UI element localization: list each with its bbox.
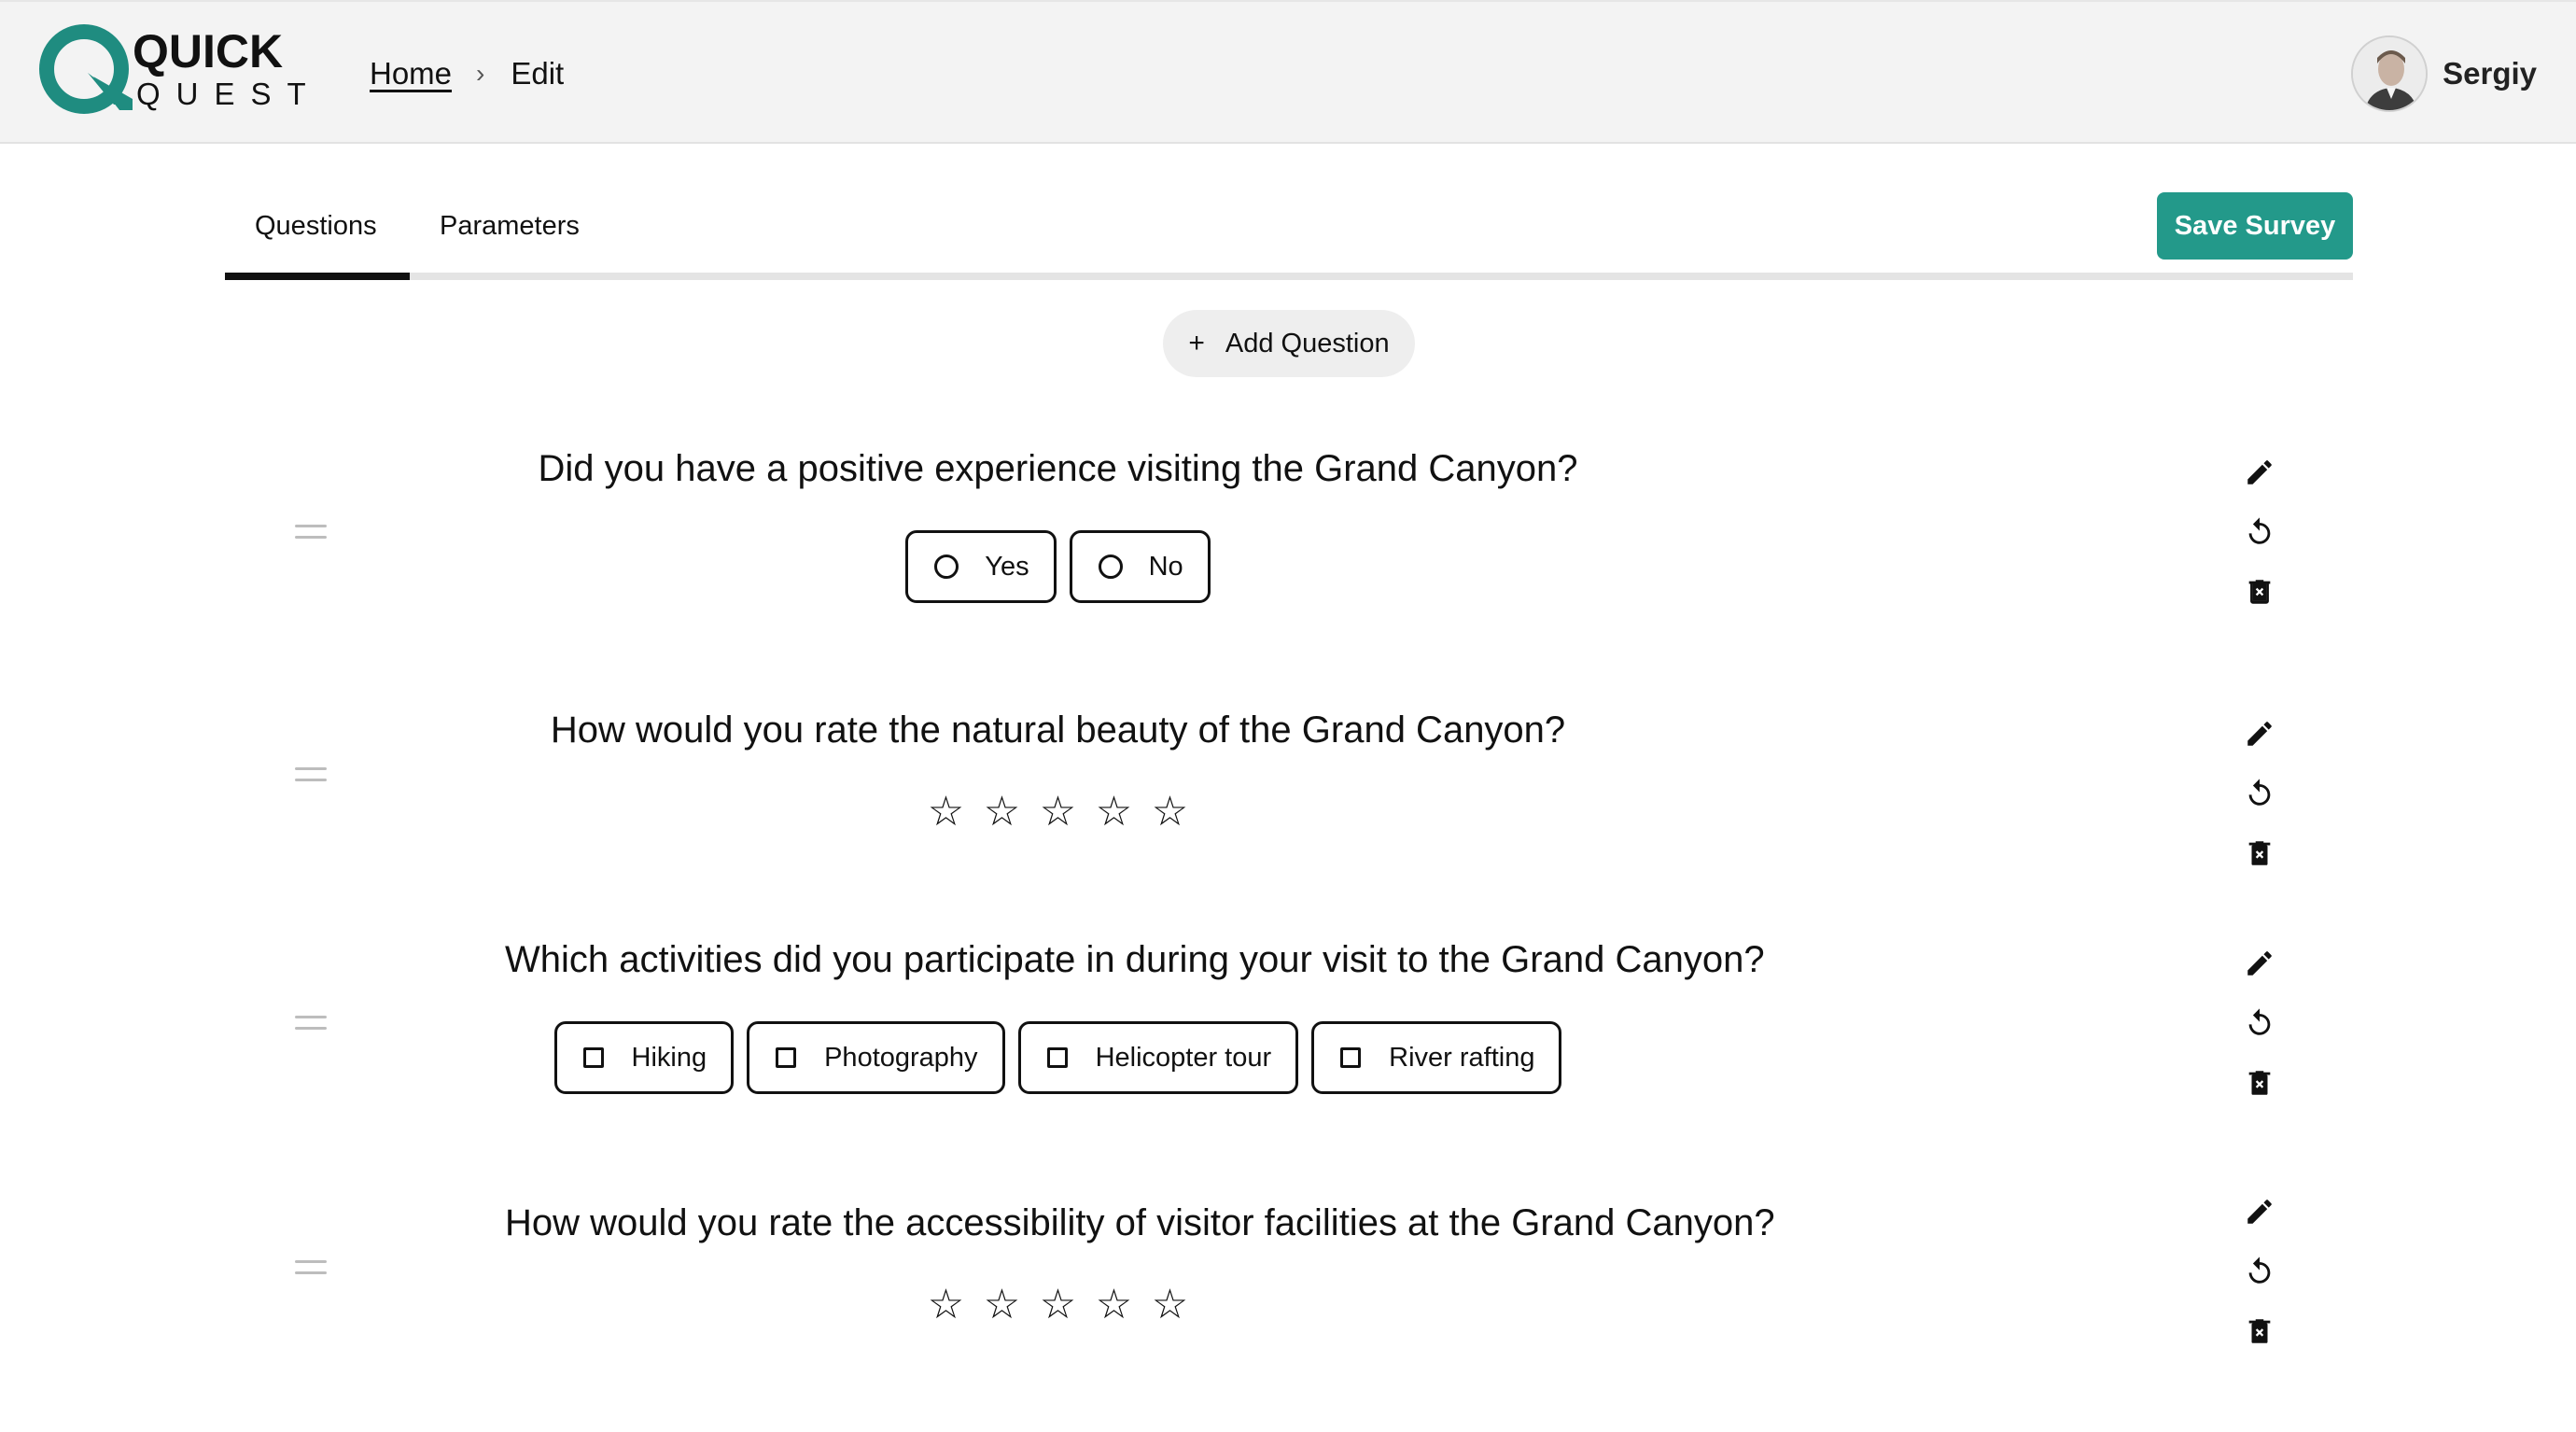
drag-handle-icon[interactable] — [295, 767, 327, 782]
checkbox-option[interactable]: River rafting — [1311, 1021, 1562, 1094]
option-label: Helicopter tour — [1095, 1042, 1272, 1073]
tab-rail — [225, 273, 2353, 280]
reset-question-button[interactable] — [2241, 513, 2278, 551]
breadcrumb: Home › Edit — [370, 56, 564, 91]
star-icon[interactable]: ☆ — [1142, 1285, 1198, 1326]
option-label: No — [1148, 551, 1183, 582]
question-card: Which activities did you participate in … — [225, 930, 2353, 1154]
question-title[interactable]: How would you rate the natural beauty of… — [505, 709, 1611, 751]
delete-question-button[interactable] — [2241, 573, 2278, 611]
question-title[interactable]: How would you rate the accessibility of … — [505, 1202, 1775, 1244]
star-icon[interactable]: ☆ — [974, 1285, 1030, 1326]
quick-quest-logo[interactable]: QUICK QUEST — [39, 24, 306, 118]
trash-icon — [2248, 580, 2271, 604]
question-card: How would you rate the natural beauty of… — [225, 700, 2353, 924]
delete-question-button[interactable] — [2241, 1313, 2278, 1350]
active-tab-indicator — [225, 273, 410, 280]
trash-icon — [2248, 1071, 2271, 1095]
add-question-label: Add Question — [1225, 328, 1390, 358]
star-icon[interactable]: ☆ — [1086, 1285, 1142, 1326]
pencil-icon — [2247, 1200, 2272, 1224]
checkbox-option[interactable]: Helicopter tour — [1017, 1021, 1299, 1094]
rotate-ccw-icon — [2248, 779, 2271, 806]
star-icon[interactable]: ☆ — [918, 792, 974, 833]
avatar[interactable] — [2351, 35, 2429, 112]
user-menu[interactable]: Sergiy — [2351, 35, 2537, 112]
rotate-ccw-icon — [2248, 1008, 2271, 1035]
pencil-icon — [2247, 460, 2272, 484]
star-icon[interactable]: ☆ — [918, 1285, 974, 1326]
radio-option[interactable]: No — [1069, 530, 1211, 603]
breadcrumb-separator: › — [476, 59, 485, 88]
radio-circle-icon — [934, 555, 959, 579]
checkbox-square-icon — [1046, 1047, 1068, 1068]
save-survey-button[interactable]: Save Survey — [2157, 192, 2353, 260]
option-label: Photography — [824, 1042, 978, 1073]
checkbox-square-icon — [1340, 1047, 1362, 1068]
star-icon[interactable]: ☆ — [1142, 792, 1198, 833]
option-label: River rafting — [1389, 1042, 1535, 1073]
option-label: Hiking — [631, 1042, 707, 1073]
question-card: Did you have a positive experience visit… — [225, 439, 2353, 663]
tab-parameters[interactable]: Parameters — [440, 211, 580, 242]
reset-question-button[interactable] — [2241, 1004, 2278, 1042]
drag-handle-icon[interactable] — [295, 1260, 327, 1275]
breadcrumb-current: Edit — [511, 56, 565, 91]
editor-tabs: Questions Parameters Save Survey — [225, 187, 2353, 280]
checkbox-square-icon — [582, 1047, 604, 1068]
reset-question-button[interactable] — [2241, 775, 2278, 812]
tab-questions[interactable]: Questions — [255, 211, 377, 242]
pencil-icon — [2247, 722, 2272, 746]
logo-text-bottom: QUEST — [136, 77, 322, 111]
drag-handle-icon[interactable] — [295, 1016, 327, 1031]
rotate-ccw-icon — [2248, 517, 2271, 544]
star-icon[interactable]: ☆ — [1030, 792, 1086, 833]
checkbox-option[interactable]: Photography — [747, 1021, 1005, 1094]
star-icon[interactable]: ☆ — [1030, 1285, 1086, 1326]
checkbox-option[interactable]: Hiking — [553, 1021, 735, 1094]
plus-icon: + — [1188, 328, 1205, 358]
star-icon[interactable]: ☆ — [1086, 792, 1142, 833]
delete-question-button[interactable] — [2241, 835, 2278, 872]
star-rating: ☆ ☆ ☆ ☆ ☆ — [505, 1285, 1611, 1326]
question-title[interactable]: Did you have a positive experience visit… — [505, 448, 1611, 490]
question-card: How would you rate the accessibility of … — [225, 1193, 2353, 1417]
add-question-button[interactable]: + Add Question — [1163, 310, 1415, 377]
edit-question-button[interactable] — [2241, 715, 2278, 752]
logo-text-top: QUICK — [133, 25, 284, 77]
radio-option[interactable]: Yes — [905, 530, 1057, 603]
edit-question-button[interactable] — [2241, 945, 2278, 982]
reset-question-button[interactable] — [2241, 1253, 2278, 1290]
checkbox-options: Hiking Photography Helicopter tour River… — [505, 1021, 1611, 1094]
delete-question-button[interactable] — [2241, 1064, 2278, 1102]
logo-q-icon — [39, 24, 133, 114]
user-name[interactable]: Sergiy — [2443, 56, 2537, 91]
edit-question-button[interactable] — [2241, 454, 2278, 491]
radio-circle-icon — [1098, 555, 1123, 579]
checkbox-square-icon — [776, 1047, 797, 1068]
pencil-icon — [2247, 951, 2272, 976]
star-rating: ☆ ☆ ☆ ☆ ☆ — [505, 792, 1611, 833]
option-label: Yes — [985, 551, 1029, 582]
question-title[interactable]: Which activities did you participate in … — [505, 939, 1765, 981]
edit-question-button[interactable] — [2241, 1193, 2278, 1230]
breadcrumb-home-link[interactable]: Home — [370, 56, 452, 91]
trash-icon — [2248, 1319, 2271, 1343]
star-icon[interactable]: ☆ — [974, 792, 1030, 833]
user-portrait-icon — [2353, 37, 2427, 110]
top-header: QUICK QUEST Home › Edit Sergiy — [0, 0, 2576, 144]
rotate-ccw-icon — [2248, 1257, 2271, 1284]
trash-icon — [2248, 841, 2271, 865]
radio-options: Yes No — [505, 530, 1611, 603]
drag-handle-icon[interactable] — [295, 525, 327, 540]
